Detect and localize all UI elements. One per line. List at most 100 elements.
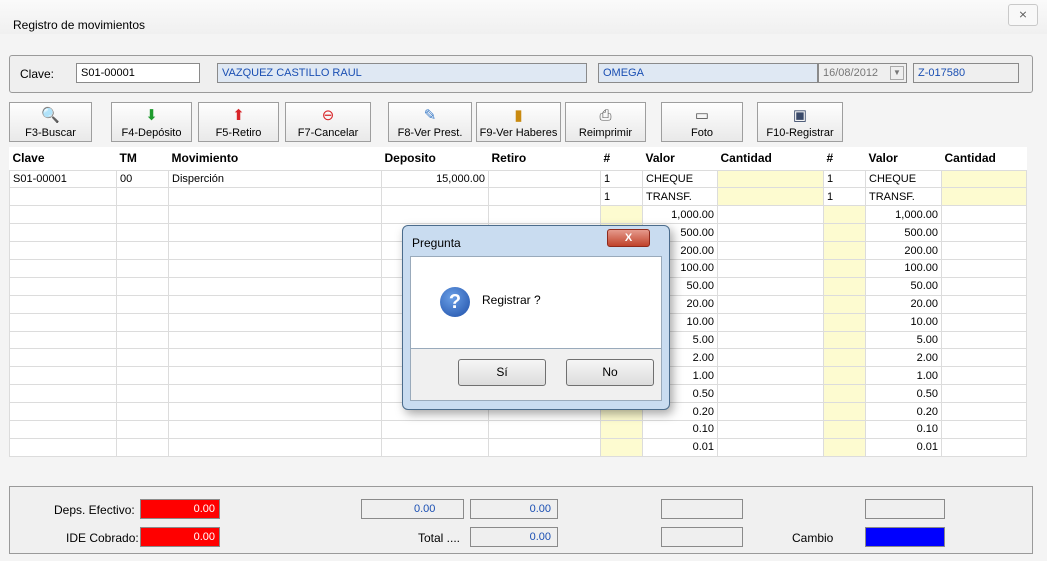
table-cell[interactable]: [381, 187, 489, 207]
table-cell[interactable]: CHEQUE: [865, 169, 942, 189]
toolbar-button-8[interactable]: ▣ F10-Registrar: [757, 102, 843, 142]
table-cell[interactable]: 2.00: [865, 348, 942, 368]
table-cell[interactable]: [9, 241, 117, 260]
table-cell[interactable]: [717, 223, 824, 243]
table-cell[interactable]: 1: [600, 169, 643, 189]
table-cell[interactable]: [941, 223, 1027, 243]
table-row[interactable]: S01-00001 00 Disperción 15,000.00 1 CHEQUE 1 CH…: [9, 169, 1027, 189]
table-cell[interactable]: [381, 419, 489, 439]
table-cell[interactable]: 1: [823, 187, 866, 207]
table-cell[interactable]: [717, 437, 824, 457]
table-cell[interactable]: [116, 419, 169, 439]
table-cell[interactable]: [717, 419, 824, 439]
table-cell[interactable]: [823, 223, 866, 243]
table-cell[interactable]: [9, 276, 117, 296]
table-cell[interactable]: [9, 348, 117, 368]
table-cell[interactable]: [717, 276, 824, 296]
table-cell[interactable]: [9, 312, 117, 332]
table-cell[interactable]: 0.01: [642, 437, 718, 457]
table-cell[interactable]: 20.00: [865, 294, 942, 314]
table-cell[interactable]: [941, 205, 1027, 225]
table-cell[interactable]: [9, 294, 117, 314]
table-cell[interactable]: [823, 384, 866, 404]
table-cell[interactable]: [823, 419, 866, 439]
table-cell[interactable]: [116, 276, 169, 296]
table-cell[interactable]: [941, 294, 1027, 314]
table-cell[interactable]: [116, 437, 169, 457]
table-cell[interactable]: TRANSF.: [865, 187, 942, 207]
table-cell[interactable]: 1.00: [865, 366, 942, 386]
table-cell[interactable]: [168, 366, 382, 386]
yes-button[interactable]: Sí: [458, 359, 546, 386]
table-cell[interactable]: 00: [116, 169, 169, 189]
table-cell[interactable]: [9, 402, 117, 421]
table-cell[interactable]: [381, 437, 489, 457]
window-close-button[interactable]: ⨯: [1008, 4, 1038, 26]
table-cell[interactable]: 5.00: [865, 330, 942, 350]
table-cell[interactable]: 1,000.00: [642, 205, 718, 225]
table-cell[interactable]: [941, 366, 1027, 386]
table-cell[interactable]: TRANSF.: [642, 187, 718, 207]
table-cell[interactable]: [116, 384, 169, 404]
table-cell[interactable]: [381, 205, 489, 225]
table-cell[interactable]: [168, 330, 382, 350]
dialog-close-button[interactable]: X: [607, 229, 650, 247]
table-cell[interactable]: [717, 348, 824, 368]
table-cell[interactable]: 50.00: [865, 276, 942, 296]
table-cell[interactable]: [823, 437, 866, 457]
table-cell[interactable]: [168, 205, 382, 225]
table-cell[interactable]: [941, 330, 1027, 350]
toolbar-button-0[interactable]: 🔍 F3-Buscar: [9, 102, 92, 142]
table-cell[interactable]: [941, 348, 1027, 368]
table-cell[interactable]: [116, 294, 169, 314]
table-cell[interactable]: [823, 366, 866, 386]
table-cell[interactable]: 0.10: [642, 419, 718, 439]
table-cell[interactable]: [9, 187, 117, 207]
table-cell[interactable]: [823, 241, 866, 260]
toolbar-button-4[interactable]: ✎ F8-Ver Prest.: [388, 102, 472, 142]
table-cell[interactable]: [941, 169, 1027, 189]
table-cell[interactable]: 1: [823, 169, 866, 189]
table-cell[interactable]: [823, 312, 866, 332]
toolbar-button-5[interactable]: ▮ F9-Ver Haberes: [476, 102, 561, 142]
date-picker[interactable]: 16/08/2012 ▼: [818, 63, 907, 83]
table-cell[interactable]: [823, 294, 866, 314]
table-cell[interactable]: [941, 384, 1027, 404]
table-cell[interactable]: [116, 402, 169, 421]
table-row[interactable]: 1 TRANSF. 1 TRANSF.: [9, 187, 1027, 207]
table-cell[interactable]: [168, 294, 382, 314]
table-cell[interactable]: [9, 330, 117, 350]
table-cell[interactable]: [823, 205, 866, 225]
table-cell[interactable]: [116, 258, 169, 278]
table-cell[interactable]: [168, 402, 382, 421]
table-cell[interactable]: 0.01: [865, 437, 942, 457]
table-cell[interactable]: [941, 258, 1027, 278]
table-row[interactable]: 1,000.00 1,000.00: [9, 205, 1027, 225]
toolbar-button-3[interactable]: ⊖ F7-Cancelar: [285, 102, 371, 142]
table-cell[interactable]: [941, 437, 1027, 457]
table-cell[interactable]: [9, 437, 117, 457]
table-cell[interactable]: [717, 402, 824, 421]
table-cell[interactable]: [717, 169, 824, 189]
table-cell[interactable]: [116, 223, 169, 243]
table-cell[interactable]: [116, 330, 169, 350]
table-cell[interactable]: [941, 312, 1027, 332]
table-cell[interactable]: [823, 258, 866, 278]
table-cell[interactable]: [9, 223, 117, 243]
table-cell[interactable]: [116, 241, 169, 260]
table-cell[interactable]: [488, 437, 601, 457]
table-cell[interactable]: [941, 419, 1027, 439]
chevron-down-icon[interactable]: ▼: [890, 66, 904, 80]
table-cell[interactable]: [823, 276, 866, 296]
table-cell[interactable]: [168, 276, 382, 296]
table-cell[interactable]: [116, 187, 169, 207]
table-cell[interactable]: Disperción: [168, 169, 382, 189]
table-cell[interactable]: [488, 419, 601, 439]
table-cell[interactable]: [168, 187, 382, 207]
table-cell[interactable]: [168, 241, 382, 260]
table-cell[interactable]: [168, 348, 382, 368]
table-cell[interactable]: [168, 223, 382, 243]
table-cell[interactable]: [717, 330, 824, 350]
table-cell[interactable]: 1,000.00: [865, 205, 942, 225]
table-cell[interactable]: [941, 187, 1027, 207]
